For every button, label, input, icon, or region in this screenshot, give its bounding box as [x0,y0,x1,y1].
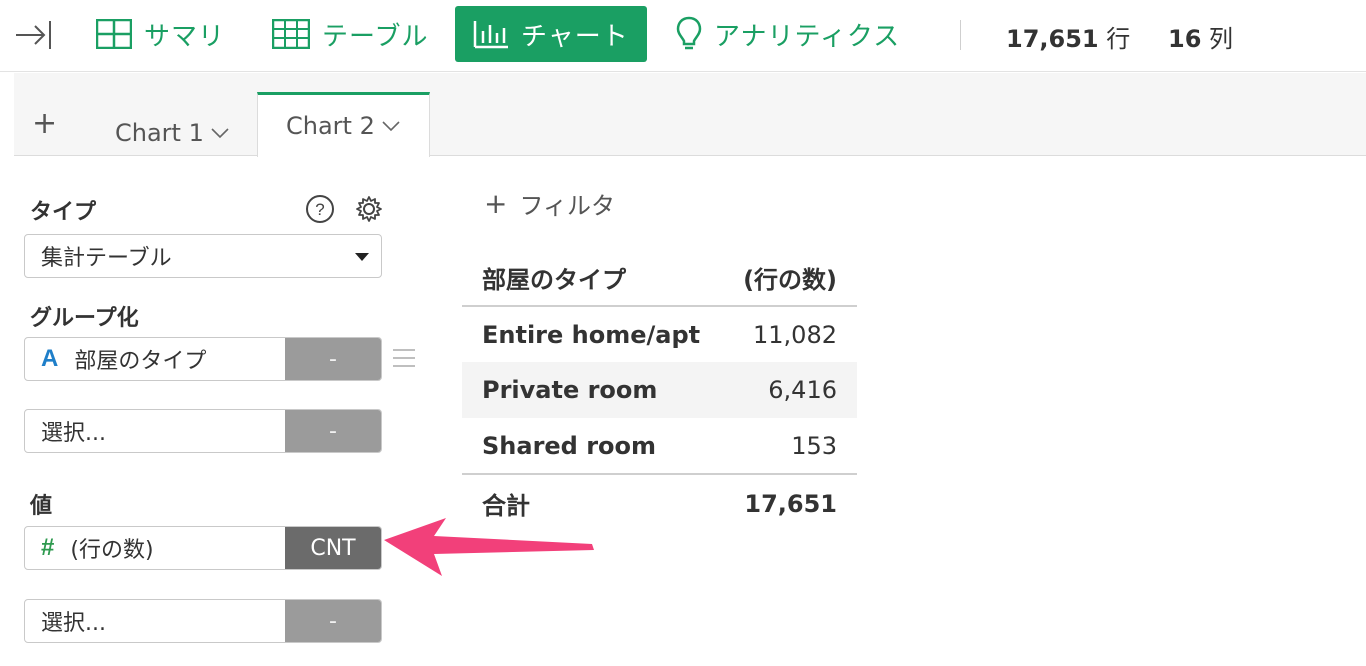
group-field-label: 部屋のタイプ [74,349,207,374]
filter-label: フィルタ [519,192,615,220]
row-count-unit: 行 [1106,25,1131,53]
caret-down-icon [355,253,369,261]
svg-text:?: ? [315,200,324,219]
chevron-down-icon[interactable] [381,120,401,132]
top-toolbar: サマリ テーブル チャート アナリティクス 17,651 行 16 列 [0,0,1366,72]
total-value: 17,651 [714,473,857,532]
table-row: Shared room 153 [462,418,857,474]
chart-button[interactable]: チャート [455,6,647,62]
row-label: Private room [462,362,715,418]
group-field[interactable]: A 部屋のタイプ - [24,337,382,381]
value-select-aggregate-button[interactable]: - [285,600,381,642]
help-icon[interactable]: ? [305,194,335,224]
chart-type-value: 集計テーブル [41,246,172,271]
tab-label: Chart 2 [286,112,375,140]
column-header-room-type[interactable]: 部屋のタイプ [462,250,715,307]
chart-type-select[interactable]: 集計テーブル [24,234,382,278]
add-tab-button[interactable]: + [32,109,57,139]
value-aggregate-button[interactable]: CNT [285,527,381,569]
summary-button[interactable]: サマリ [96,6,225,62]
lightbulb-icon [676,16,702,52]
drag-handle-icon[interactable] [392,348,416,368]
table-label: テーブル [322,21,429,52]
bar-chart-icon [473,19,509,49]
column-count-value: 16 [1168,25,1202,53]
column-count-unit: 列 [1209,25,1234,53]
annotation-arrow [380,510,600,582]
tab-label: Chart 1 [115,119,204,147]
chevron-down-icon[interactable] [210,127,230,139]
row-count-value: 17,651 [1006,25,1099,53]
value-field-name[interactable]: # (行の数) [25,527,285,569]
value-select-input[interactable]: 選択... [25,600,285,642]
text-type-icon: A [41,345,59,372]
column-count: 16 列 [1168,19,1233,54]
row-label: Entire home/apt [482,320,701,349]
toolbar-divider [960,20,961,50]
group-aggregate-button[interactable]: - [285,338,381,380]
number-type-icon: # [41,534,55,561]
analytics-button[interactable]: アナリティクス [676,6,900,62]
gear-icon[interactable] [354,194,384,224]
row-count: 17,651 行 [1006,19,1130,54]
value-label: 値 [30,494,53,519]
add-filter-button[interactable]: + フィルタ [484,186,615,221]
column-header-row-count[interactable]: (行の数) [714,250,857,307]
table-row: Entire home/apt 11,082 [462,306,857,362]
row-label: Shared room [482,431,657,460]
table-header-row: 部屋のタイプ (行の数) [462,250,857,307]
chart-tab-strip: + Chart 1 Chart 2 [14,73,1366,157]
summary-icon [96,19,132,49]
analytics-label: アナリティクス [714,21,901,52]
row-value: 11,082 [753,320,837,349]
collapse-panel-icon[interactable] [14,17,54,53]
group-field-name[interactable]: A 部屋のタイプ [25,338,285,380]
tab-chart-1[interactable]: Chart 1 [115,111,230,155]
value-field-label: (行の数) [70,538,154,563]
value-select-field[interactable]: 選択... - [24,599,382,643]
summary-label: サマリ [144,21,226,52]
group-select-aggregate-button[interactable]: - [285,410,381,452]
table-row: Private room 6,416 [462,362,857,418]
group-by-label: グループ化 [30,306,139,331]
row-value: 6,416 [714,362,857,418]
row-value: 153 [791,431,837,460]
tab-chart-2[interactable]: Chart 2 [257,92,430,157]
plus-icon: + [484,187,508,220]
group-select-field[interactable]: 選択... - [24,409,382,453]
chart-label: チャート [521,21,629,52]
table-button[interactable]: テーブル [272,6,428,62]
pivot-result-table: 部屋のタイプ (行の数) Entire home/apt 11,082 Priv… [462,250,857,532]
value-field[interactable]: # (行の数) CNT [24,526,382,570]
type-label: タイプ [30,200,97,225]
table-icon [272,19,310,49]
group-select-input[interactable]: 選択... [25,410,285,452]
